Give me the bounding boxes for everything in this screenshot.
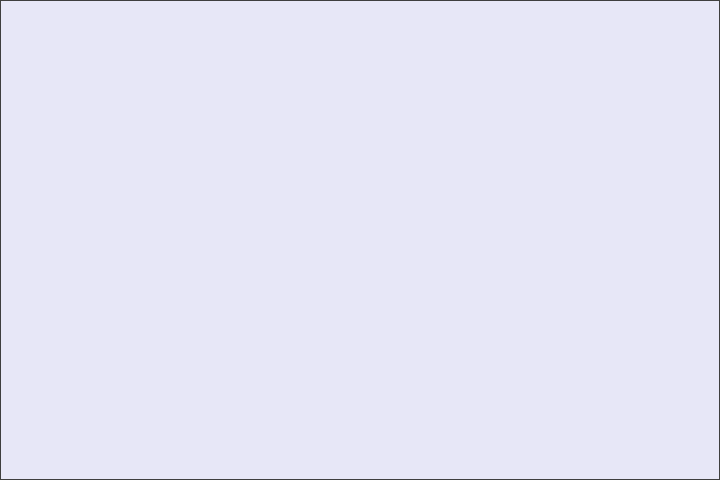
bar-chart-plot bbox=[1, 1, 720, 480]
sarg-report-chart bbox=[0, 0, 720, 480]
